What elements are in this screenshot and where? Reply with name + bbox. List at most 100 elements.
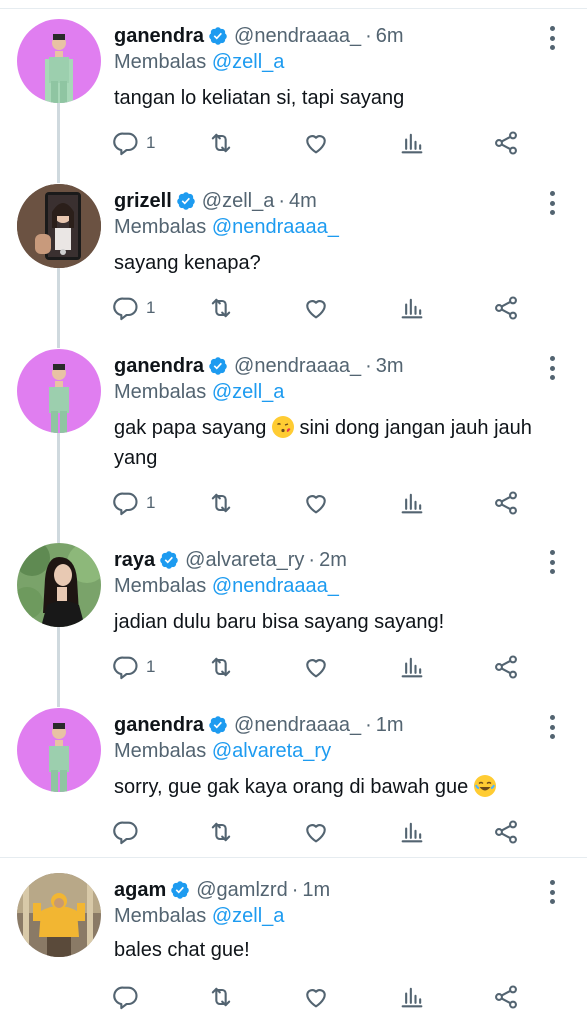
- reply-icon: [113, 132, 138, 156]
- tweet-header: agam @gamlzrd · 1m: [114, 876, 330, 904]
- retweet-button[interactable]: [207, 652, 235, 682]
- retweet-button[interactable]: [207, 982, 235, 1012]
- ganendra-avatar[interactable]: [17, 708, 101, 792]
- tweet-text: tangan lo keliatan si, tapi sayang: [114, 87, 405, 109]
- mention-link[interactable]: @zell_a: [212, 905, 285, 927]
- share-button[interactable]: [492, 652, 520, 682]
- tweet[interactable]: agam @gamlzrd · 1m Membalas @zell_a bale…: [0, 873, 587, 1024]
- ganendra-avatar[interactable]: [17, 19, 101, 103]
- handle[interactable]: @nendraaaa_: [234, 714, 361, 737]
- heart-icon: [306, 659, 326, 678]
- reply-button[interactable]: 1: [112, 652, 155, 682]
- more-options-icon[interactable]: [543, 715, 561, 739]
- timestamp[interactable]: 6m: [376, 25, 404, 48]
- timestamp[interactable]: 1m: [376, 714, 404, 737]
- reply-button[interactable]: 1: [112, 488, 155, 518]
- display-name[interactable]: grizell: [114, 190, 172, 213]
- reply-context: Membalas @nendraaaa_: [114, 575, 339, 598]
- share-button[interactable]: [492, 817, 520, 847]
- raya-avatar[interactable]: [17, 543, 101, 627]
- handle[interactable]: @nendraaaa_: [234, 25, 361, 48]
- tweet-header: ganendra @nendraaaa_ · 1m: [114, 711, 404, 739]
- display-name[interactable]: ganendra: [114, 714, 204, 737]
- timestamp[interactable]: 2m: [319, 549, 347, 572]
- share-button[interactable]: [492, 982, 520, 1012]
- analytics-button[interactable]: [398, 652, 426, 682]
- reply-context: Membalas @nendraaaa_: [114, 216, 339, 239]
- tweet[interactable]: raya @alvareta_ry · 2m Membalas @nendraa…: [0, 543, 587, 696]
- tweet-header: grizell @zell_a · 4m: [114, 187, 317, 215]
- more-options-icon[interactable]: [543, 550, 561, 574]
- analytics-icon: [401, 298, 423, 319]
- reply-prefix: Membalas: [114, 51, 207, 73]
- handle[interactable]: @nendraaaa_: [234, 355, 361, 378]
- handle[interactable]: @gamlzrd: [196, 879, 287, 902]
- heart-icon: [306, 135, 326, 154]
- tweet[interactable]: ganendra @nendraaaa_ · 3m Membalas @zell…: [0, 349, 587, 532]
- display-name[interactable]: ganendra: [114, 25, 204, 48]
- tweet[interactable]: grizell @zell_a · 4m Membalas @nendraaaa…: [0, 184, 587, 337]
- mention-link[interactable]: @nendraaaa_: [212, 216, 339, 238]
- verified-badge-icon: [177, 192, 195, 210]
- heart-icon: [306, 989, 326, 1008]
- reply-count: 1: [146, 657, 156, 676]
- grizell-avatar[interactable]: [17, 184, 101, 268]
- share-button[interactable]: [492, 128, 520, 158]
- analytics-button[interactable]: [398, 488, 426, 518]
- mention-link[interactable]: @nendraaaa_: [212, 575, 339, 597]
- retweet-button[interactable]: [207, 128, 235, 158]
- more-options-icon[interactable]: [543, 880, 561, 904]
- display-name[interactable]: ganendra: [114, 355, 204, 378]
- like-button[interactable]: [302, 293, 330, 323]
- top-divider: [0, 8, 587, 9]
- tweet-text: sayang kenapa?: [114, 252, 261, 274]
- agam-avatar[interactable]: [17, 873, 101, 957]
- mention-link[interactable]: @alvareta_ry: [212, 740, 331, 762]
- analytics-button[interactable]: [398, 128, 426, 158]
- analytics-button[interactable]: [398, 817, 426, 847]
- reply-context: Membalas @zell_a: [114, 51, 284, 74]
- reply-button[interactable]: [112, 982, 146, 1012]
- ganendra-avatar[interactable]: [17, 349, 101, 433]
- analytics-button[interactable]: [398, 982, 426, 1012]
- reply-button[interactable]: 1: [112, 293, 155, 323]
- mention-link[interactable]: @zell_a: [212, 381, 285, 403]
- timestamp[interactable]: 4m: [289, 190, 317, 213]
- reply-icon: [113, 492, 138, 516]
- analytics-icon: [401, 493, 423, 514]
- like-button[interactable]: [302, 488, 330, 518]
- share-button[interactable]: [492, 488, 520, 518]
- more-options-icon[interactable]: [543, 356, 561, 380]
- share-button[interactable]: [492, 293, 520, 323]
- analytics-button[interactable]: [398, 293, 426, 323]
- retweet-icon: [211, 822, 231, 842]
- tweet-actions: 1: [112, 293, 532, 323]
- retweet-button[interactable]: [207, 817, 235, 847]
- mention-link[interactable]: @zell_a: [212, 51, 285, 73]
- tweet[interactable]: ganendra @nendraaaa_ · 1m Membalas @alva…: [0, 708, 587, 851]
- reply-button[interactable]: 1: [112, 128, 155, 158]
- handle[interactable]: @zell_a: [202, 190, 275, 213]
- tweet-text: sorry, gue gak kaya orang di bawah gue 😂: [114, 772, 554, 802]
- analytics-icon: [401, 822, 423, 843]
- like-button[interactable]: [302, 982, 330, 1012]
- tweet-actions: 1: [112, 488, 532, 518]
- timestamp[interactable]: 1m: [302, 879, 330, 902]
- retweet-button[interactable]: [207, 488, 235, 518]
- verified-badge-icon: [209, 357, 227, 375]
- like-button[interactable]: [302, 128, 330, 158]
- handle[interactable]: @alvareta_ry: [185, 549, 304, 572]
- display-name[interactable]: raya: [114, 549, 155, 572]
- more-options-icon[interactable]: [543, 191, 561, 215]
- like-button[interactable]: [302, 817, 330, 847]
- separator-dot: ·: [365, 354, 372, 377]
- timestamp[interactable]: 3m: [376, 355, 404, 378]
- tweet[interactable]: ganendra @nendraaaa_ · 6m Membalas @zell…: [0, 19, 587, 172]
- separator-dot: ·: [308, 548, 316, 571]
- display-name[interactable]: agam: [114, 879, 166, 902]
- more-options-icon[interactable]: [543, 26, 561, 50]
- retweet-button[interactable]: [207, 293, 235, 323]
- like-button[interactable]: [302, 652, 330, 682]
- reply-button[interactable]: [112, 817, 146, 847]
- heart-icon: [306, 300, 326, 319]
